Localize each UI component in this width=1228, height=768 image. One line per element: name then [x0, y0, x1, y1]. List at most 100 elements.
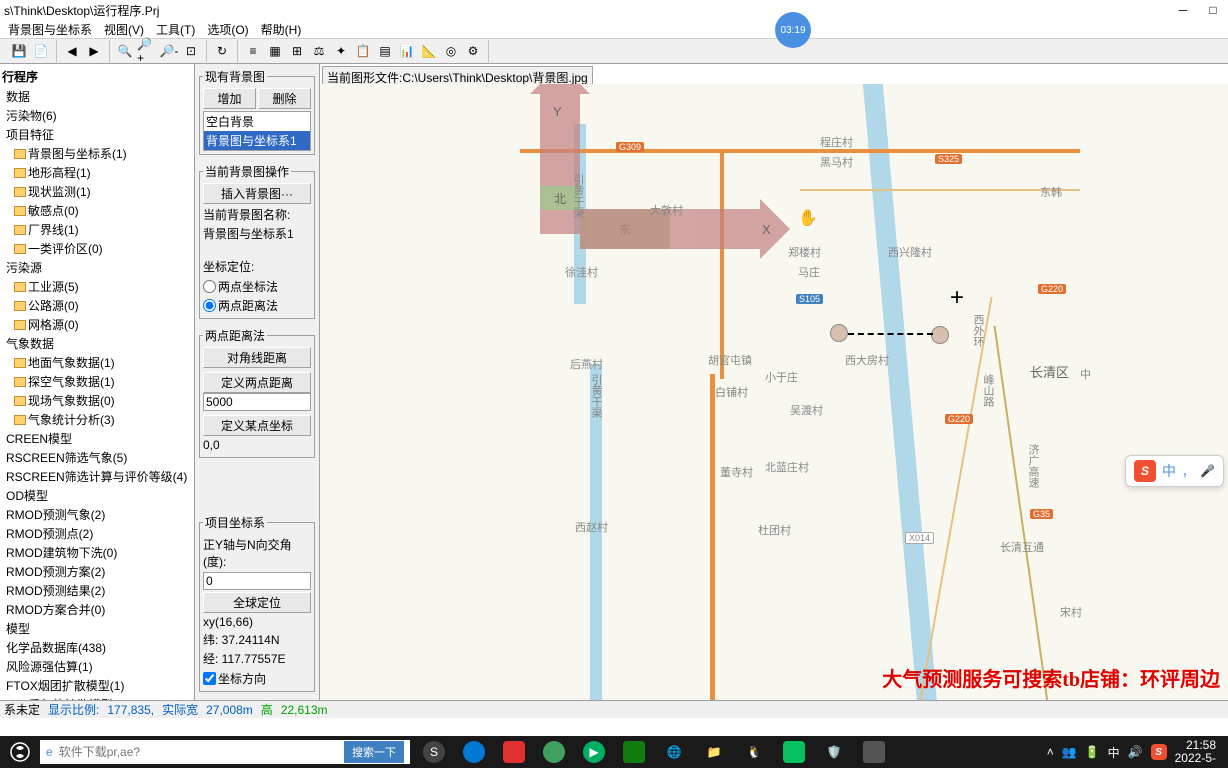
app-globe-icon[interactable]: 🌐 [654, 738, 694, 766]
tree-item[interactable]: OD模型 [2, 486, 192, 505]
tree-item[interactable]: 网格源(0) [2, 315, 192, 334]
ime-floating-bar[interactable]: S 中 ， 🎤 [1125, 455, 1224, 487]
zoom-fit-icon[interactable]: ⊡ [180, 41, 202, 61]
layers-icon[interactable]: ≡ [242, 41, 264, 61]
minimize-button[interactable]: ─ [1168, 0, 1198, 20]
radio-two-point-coord[interactable] [203, 280, 216, 293]
app-media-icon[interactable]: ▶ [574, 738, 614, 766]
point-b[interactable] [931, 326, 949, 344]
delete-button[interactable]: 删除 [258, 88, 311, 109]
spreadsheet-icon[interactable]: ⊞ [286, 41, 308, 61]
tree-item[interactable]: 污染物(6) [2, 106, 192, 125]
app-red-icon[interactable] [494, 738, 534, 766]
define-point-button[interactable]: 定义某点坐标 [203, 415, 311, 436]
menu-item[interactable]: 选项(O) [203, 20, 252, 39]
diagonal-dist-button[interactable]: 对角线距离 [203, 347, 311, 368]
tree-item[interactable]: 污染源 [2, 258, 192, 277]
coord-dir-checkbox[interactable] [203, 672, 216, 685]
insert-bg-button[interactable]: 插入背景图··· [203, 183, 311, 204]
maximize-button[interactable]: □ [1198, 0, 1228, 20]
tree-item[interactable]: 数据 [2, 87, 192, 106]
menu-item[interactable]: 帮助(H) [257, 20, 306, 39]
tree-item[interactable]: 敏感点(0) [2, 201, 192, 220]
sogou-icon[interactable]: S [1134, 460, 1156, 482]
table-icon[interactable]: ▤ [374, 41, 396, 61]
arrow-left-icon[interactable]: ◀ [61, 41, 83, 61]
tree-item[interactable]: 地形高程(1) [2, 163, 192, 182]
tree-item[interactable]: RMOD预测方案(2) [2, 562, 192, 581]
app-generic-icon[interactable] [854, 738, 894, 766]
tree-item[interactable]: 地面气象数据(1) [2, 353, 192, 372]
tree-item[interactable]: 模型 [2, 619, 192, 638]
tree-item[interactable]: 背景图与坐标系(1) [2, 144, 192, 163]
tree-item[interactable]: RSCREEN筛选气象(5) [2, 448, 192, 467]
menu-item[interactable]: 背景图与坐标系 [4, 20, 96, 39]
zoom-window-icon[interactable]: 🔍 [114, 41, 136, 61]
tray-power-icon[interactable]: 🔋 [1085, 745, 1100, 759]
start-button[interactable] [4, 738, 36, 766]
tree-item[interactable]: 现场气象数据(0) [2, 391, 192, 410]
tray-people-icon[interactable]: 👥 [1062, 745, 1077, 759]
tray-volume-icon[interactable]: 🔊 [1128, 745, 1143, 759]
define-dist-button[interactable]: 定义两点距离 [203, 372, 311, 393]
tree-item[interactable]: RMOD方案合并(0) [2, 600, 192, 619]
tree-item[interactable]: RMOD建筑物下洗(0) [2, 543, 192, 562]
zoom-in-icon[interactable]: 🔎+ [136, 41, 158, 61]
app-qq-icon[interactable]: 🐧 [734, 738, 774, 766]
global-pos-button[interactable]: 全球定位 [203, 592, 311, 613]
bg-list[interactable]: 空白背景 背景图与坐标系1 [203, 111, 311, 151]
menu-item[interactable]: 工具(T) [152, 20, 199, 39]
tree-item[interactable]: 气象统计分析(3) [2, 410, 192, 429]
balance-icon[interactable]: ⚖ [308, 41, 330, 61]
app-sogou-icon[interactable]: S [414, 738, 454, 766]
tree-item[interactable]: RMOD预测点(2) [2, 524, 192, 543]
taskbar-clock[interactable]: 21:58 2022-5- [1175, 739, 1216, 765]
list-item[interactable]: 空白背景 [204, 112, 310, 131]
target-icon[interactable]: ◎ [440, 41, 462, 61]
save-icon[interactable]: 💾 [8, 41, 30, 61]
add-button[interactable]: 增加 [203, 88, 256, 109]
tree-item[interactable]: 气象数据 [2, 334, 192, 353]
save-as-icon[interactable]: 📄 [30, 41, 52, 61]
tree-item[interactable]: 现状监测(1) [2, 182, 192, 201]
refresh-icon[interactable]: ↻ [211, 41, 233, 61]
menu-item[interactable]: 视图(V) [100, 20, 148, 39]
list-item[interactable]: 背景图与坐标系1 [204, 131, 310, 150]
tree-item[interactable]: 厂界线(1) [2, 220, 192, 239]
arrow-right-icon[interactable]: ▶ [83, 41, 105, 61]
tree-item[interactable]: LAB重气体扩散模型(0) [2, 695, 192, 700]
project-tree[interactable]: 行程序 数据污染物(6)项目特征背景图与坐标系(1)地形高程(1)现状监测(1)… [0, 64, 195, 700]
app-excel-icon[interactable] [614, 738, 654, 766]
tray-sogou-icon[interactable]: S [1151, 744, 1167, 760]
point-a[interactable] [830, 324, 848, 342]
tree-item[interactable]: RMOD预测结果(2) [2, 581, 192, 600]
map-canvas[interactable]: 北 东 Y X ✋ + 程庄村 黑马村 东韩 大敦村 郑楼村 西兴隆村 马庄 徐… [320, 84, 1228, 700]
app-shield-icon[interactable]: 🛡️ [814, 738, 854, 766]
chart-icon[interactable]: 📊 [396, 41, 418, 61]
distance-input[interactable] [203, 393, 311, 411]
paste-icon[interactable]: 📋 [352, 41, 374, 61]
tree-item[interactable]: 风险源强估算(1) [2, 657, 192, 676]
app-wechat-icon[interactable] [774, 738, 814, 766]
taskbar-search[interactable]: e 搜索一下 [40, 740, 410, 764]
tree-item[interactable]: RSCREEN筛选计算与评价等级(4) [2, 467, 192, 486]
tree-item[interactable]: 公路源(0) [2, 296, 192, 315]
radio-two-point-dist[interactable] [203, 299, 216, 312]
y-angle-input[interactable] [203, 572, 311, 590]
tree-item[interactable]: 工业源(5) [2, 277, 192, 296]
tree-item[interactable]: 化学品数据库(438) [2, 638, 192, 657]
settings-icon[interactable]: ⚙ [462, 41, 484, 61]
tree-item[interactable]: CREEN模型 [2, 429, 192, 448]
tray-chevron-icon[interactable]: ˄ [1047, 745, 1054, 759]
zoom-out-icon[interactable]: 🔎- [158, 41, 180, 61]
ruler-icon[interactable]: 📐 [418, 41, 440, 61]
tree-item[interactable]: FTOX烟团扩散模型(1) [2, 676, 192, 695]
tree-item[interactable]: 一类评价区(0) [2, 239, 192, 258]
tray-ime-label[interactable]: 中 [1108, 744, 1120, 761]
grid-icon[interactable]: ▦ [264, 41, 286, 61]
search-input[interactable] [59, 745, 344, 759]
search-button[interactable]: 搜索一下 [344, 741, 404, 763]
mic-icon[interactable]: 🎤 [1200, 464, 1215, 478]
compass-icon[interactable]: ✦ [330, 41, 352, 61]
app-edge-icon[interactable] [454, 738, 494, 766]
